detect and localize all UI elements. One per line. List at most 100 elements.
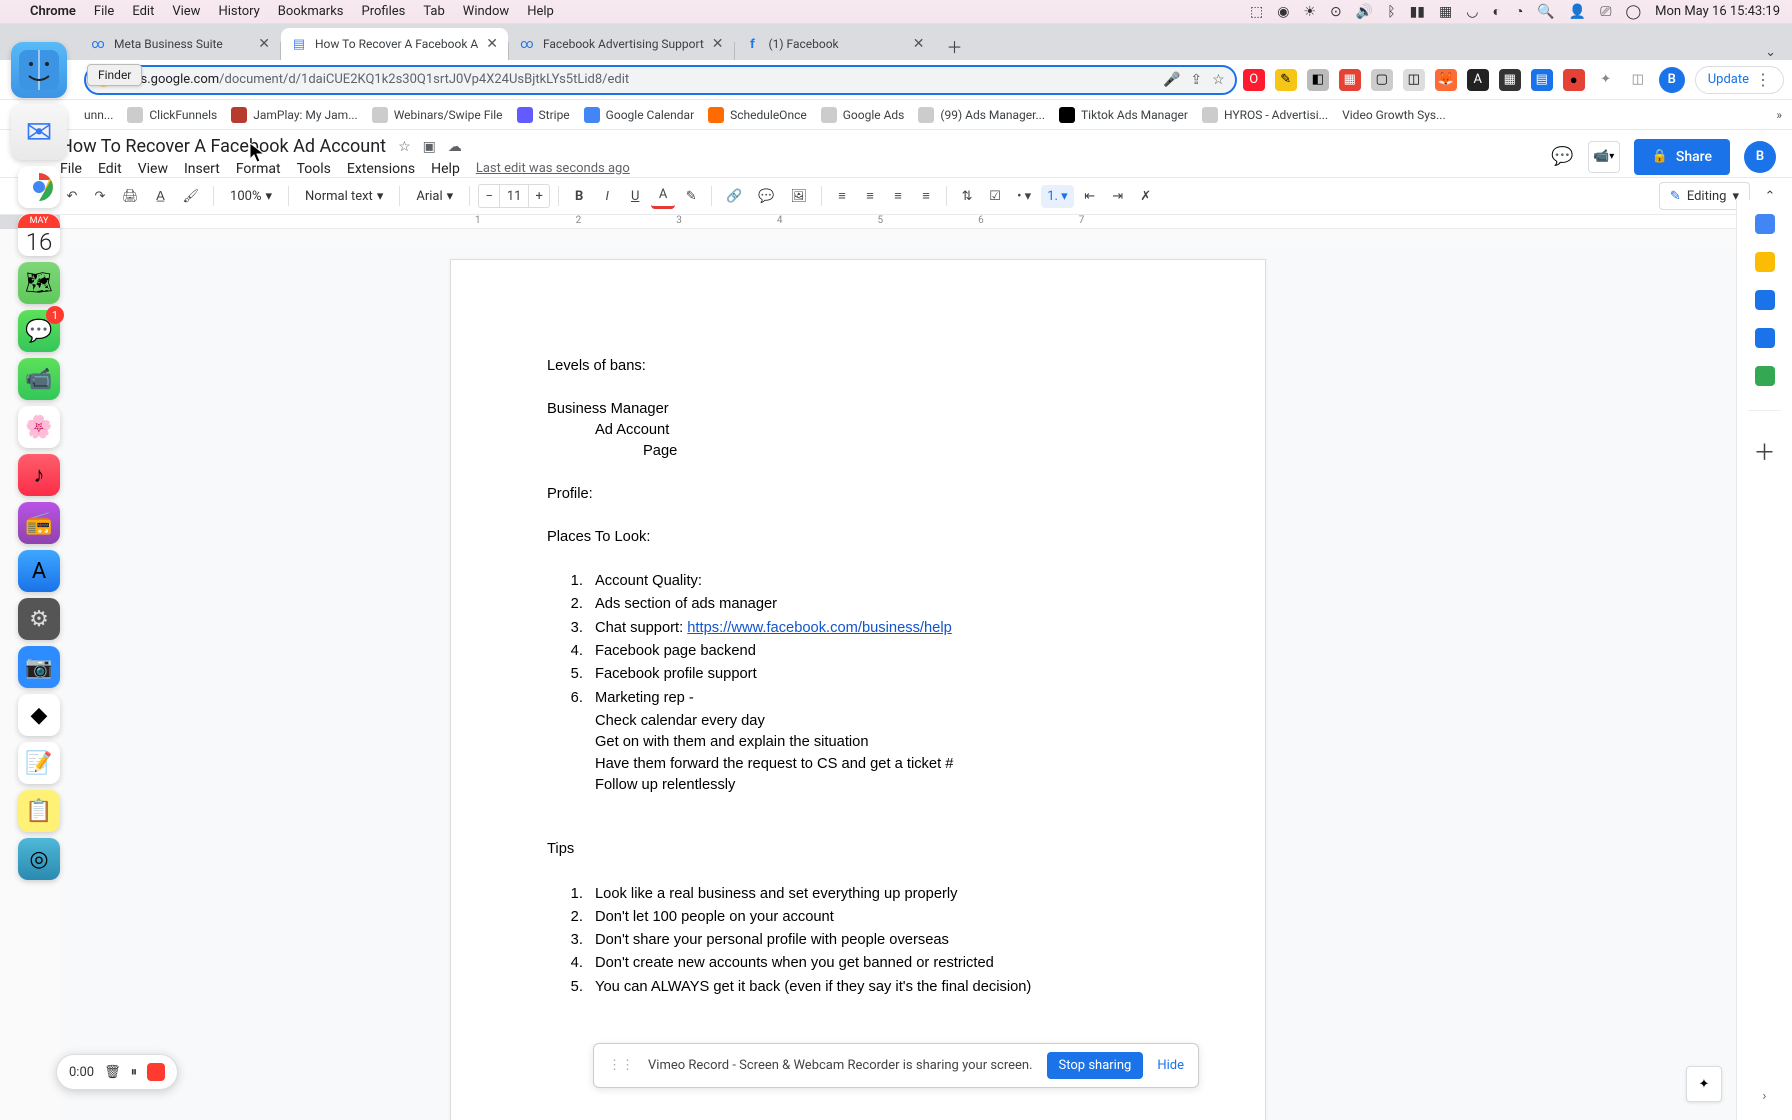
italic-icon[interactable]: I bbox=[595, 185, 619, 208]
browser-tab[interactable]: ∞ Facebook Advertising Support ✕ bbox=[509, 28, 734, 60]
ruler[interactable]: 1 2 3 4 5 6 7 bbox=[60, 215, 1792, 229]
dock-app-icon[interactable]: ◎ bbox=[18, 838, 60, 880]
hide-button[interactable]: Hide bbox=[1157, 1058, 1184, 1073]
menu-file[interactable]: File bbox=[94, 4, 114, 19]
dock-maps-icon[interactable]: 🗺 bbox=[18, 262, 60, 304]
extension-icon[interactable]: ✎ bbox=[1275, 69, 1297, 91]
dock-messages-icon[interactable]: 💬1 bbox=[18, 310, 60, 352]
docs-menu-edit[interactable]: Edit bbox=[98, 161, 122, 177]
extension-icon[interactable]: O bbox=[1243, 69, 1265, 91]
extensions-puzzle-icon[interactable]: ✦ bbox=[1595, 69, 1617, 91]
dock-podcasts-icon[interactable]: 📻 bbox=[18, 502, 60, 544]
stop-record-icon[interactable] bbox=[147, 1063, 165, 1081]
tray-icon[interactable]: ▦ bbox=[1439, 4, 1452, 20]
dock-chrome-icon[interactable] bbox=[18, 166, 60, 208]
tab-close-icon[interactable]: ✕ bbox=[913, 36, 925, 52]
extension-icon[interactable]: A bbox=[1467, 69, 1489, 91]
star-icon[interactable]: ☆ bbox=[1212, 72, 1225, 88]
increase-indent-icon[interactable]: ⇥ bbox=[1106, 185, 1130, 208]
keep-icon[interactable] bbox=[1755, 252, 1775, 272]
browser-tab[interactable]: ∞ Meta Business Suite ✕ bbox=[80, 28, 280, 60]
font-size-increase[interactable]: + bbox=[529, 189, 549, 204]
decrease-indent-icon[interactable]: ⇤ bbox=[1078, 185, 1102, 208]
tray-volume-icon[interactable]: 🔊 bbox=[1356, 4, 1373, 20]
browser-tab-active[interactable]: ▤ How To Recover A Facebook A ✕ bbox=[281, 28, 508, 60]
docs-menu-tools[interactable]: Tools bbox=[297, 161, 331, 177]
tab-close-icon[interactable]: ✕ bbox=[258, 36, 270, 52]
underline-icon[interactable]: U bbox=[623, 185, 647, 208]
drag-handle-icon[interactable]: ⋮⋮ bbox=[608, 1058, 634, 1073]
extension-icon[interactable]: ▦ bbox=[1499, 69, 1521, 91]
tray-bluetooth-icon[interactable]: ᛒ bbox=[1387, 4, 1395, 20]
tray-control-center-icon[interactable]: ⎚ bbox=[1600, 4, 1611, 20]
browser-tab[interactable]: f (1) Facebook ✕ bbox=[735, 28, 935, 60]
share-icon[interactable]: ⇪ bbox=[1190, 72, 1202, 88]
extension-icon[interactable]: ▢ bbox=[1371, 69, 1393, 91]
bookmark-item[interactable]: ClickFunnels bbox=[127, 107, 217, 123]
dock-clickup-icon[interactable]: ◆ bbox=[18, 694, 60, 736]
tray-wifi-icon[interactable]: ◡ bbox=[1466, 4, 1478, 20]
align-right-icon[interactable]: ≡ bbox=[886, 184, 910, 208]
pause-icon[interactable]: ⏸ bbox=[131, 1065, 138, 1080]
bold-icon[interactable]: B bbox=[567, 185, 591, 208]
document-title[interactable]: How To Recover A Facebook Ad Account bbox=[60, 136, 386, 157]
tray-icon[interactable]: ◐ bbox=[1492, 3, 1500, 20]
reading-list-icon[interactable]: ◫ bbox=[1627, 69, 1649, 91]
menu-edit[interactable]: Edit bbox=[132, 4, 154, 19]
comment-history-icon[interactable]: 💬 bbox=[1551, 146, 1573, 167]
dock-music-icon[interactable]: ♪ bbox=[18, 454, 60, 496]
meet-present-icon[interactable]: 📹▾ bbox=[1588, 141, 1620, 173]
menu-tab[interactable]: Tab bbox=[423, 4, 444, 19]
extension-icon[interactable]: ▦ bbox=[1339, 69, 1361, 91]
move-folder-icon[interactable]: ▣ bbox=[423, 139, 436, 155]
dock-stickies-icon[interactable]: 📋 bbox=[18, 790, 60, 832]
tray-icon[interactable]: ◉ bbox=[1277, 4, 1289, 20]
redo-icon[interactable]: ↷ bbox=[88, 185, 112, 208]
docs-menu-extensions[interactable]: Extensions bbox=[347, 161, 415, 177]
document-canvas[interactable]: Levels of bans: Business Manager Ad Acco… bbox=[60, 247, 1736, 1120]
share-button[interactable]: 🔒 Share bbox=[1634, 139, 1730, 175]
extension-icon[interactable]: ◧ bbox=[1307, 69, 1329, 91]
tab-overflow-icon[interactable]: ⌄ bbox=[1755, 45, 1786, 60]
tray-siri-icon[interactable]: ◯ bbox=[1625, 4, 1641, 20]
kebab-icon[interactable]: ⋮ bbox=[1755, 70, 1771, 89]
style-select[interactable]: Normal text ▾ bbox=[297, 187, 391, 206]
docs-menu-view[interactable]: View bbox=[138, 161, 168, 177]
address-bar[interactable]: 🔒 docs.google.com/document/d/1daiCUE2KQ1… bbox=[84, 65, 1237, 95]
chrome-update-button[interactable]: Update⋮ bbox=[1695, 66, 1784, 94]
dock-calendar-icon[interactable]: MAY 16 bbox=[18, 214, 60, 256]
print-icon[interactable]: 🖨 bbox=[116, 185, 145, 208]
bookmark-item[interactable]: (99) Ads Manager... bbox=[918, 107, 1045, 123]
docs-menu-format[interactable]: Format bbox=[236, 161, 281, 177]
bookmark-item[interactable]: Google Ads bbox=[821, 107, 905, 123]
docs-menu-insert[interactable]: Insert bbox=[184, 161, 220, 177]
bookmark-item[interactable]: unn... bbox=[84, 108, 113, 122]
extension-icon[interactable]: 🦊 bbox=[1435, 69, 1457, 91]
document-page[interactable]: Levels of bans: Business Manager Ad Acco… bbox=[450, 259, 1266, 1120]
tray-search-icon[interactable]: 🔍 bbox=[1537, 4, 1554, 20]
bullet-list-icon[interactable]: • ▾ bbox=[1011, 185, 1037, 208]
dock-finder-icon[interactable]: Finder bbox=[11, 42, 67, 98]
new-tab-button[interactable]: ＋ bbox=[941, 32, 969, 60]
insert-comment-icon[interactable]: 💬 bbox=[752, 185, 780, 208]
dock-photos-icon[interactable]: 🌸 bbox=[18, 406, 60, 448]
bookmark-item[interactable]: Stripe bbox=[517, 107, 570, 123]
menubar-clock[interactable]: Mon May 16 15:43:19 bbox=[1655, 4, 1780, 19]
insert-link-icon[interactable]: 🔗 bbox=[720, 185, 748, 208]
bookmark-item[interactable]: Google Calendar bbox=[584, 107, 694, 123]
text-color-icon[interactable]: A bbox=[651, 183, 675, 209]
dock-facetime-icon[interactable]: 📹 bbox=[18, 358, 60, 400]
line-spacing-icon[interactable]: ⇅ bbox=[955, 185, 979, 208]
calendar-icon[interactable] bbox=[1755, 214, 1775, 234]
last-edit-link[interactable]: Last edit was seconds ago bbox=[476, 161, 630, 177]
stop-sharing-button[interactable]: Stop sharing bbox=[1047, 1052, 1144, 1079]
font-size-decrease[interactable]: − bbox=[479, 189, 499, 204]
extension-icon[interactable]: ◫ bbox=[1403, 69, 1425, 91]
extension-icon[interactable]: ● bbox=[1563, 69, 1585, 91]
bookmark-item[interactable]: Tiktok Ads Manager bbox=[1059, 107, 1188, 123]
trash-icon[interactable]: 🗑 bbox=[104, 1065, 121, 1080]
bookmarks-overflow-icon[interactable]: » bbox=[1776, 108, 1782, 122]
extension-icon[interactable]: ▤ bbox=[1531, 69, 1553, 91]
tray-weather-icon[interactable]: ☀ bbox=[1303, 4, 1316, 20]
dock-zoom-icon[interactable]: 📷 bbox=[18, 646, 60, 688]
